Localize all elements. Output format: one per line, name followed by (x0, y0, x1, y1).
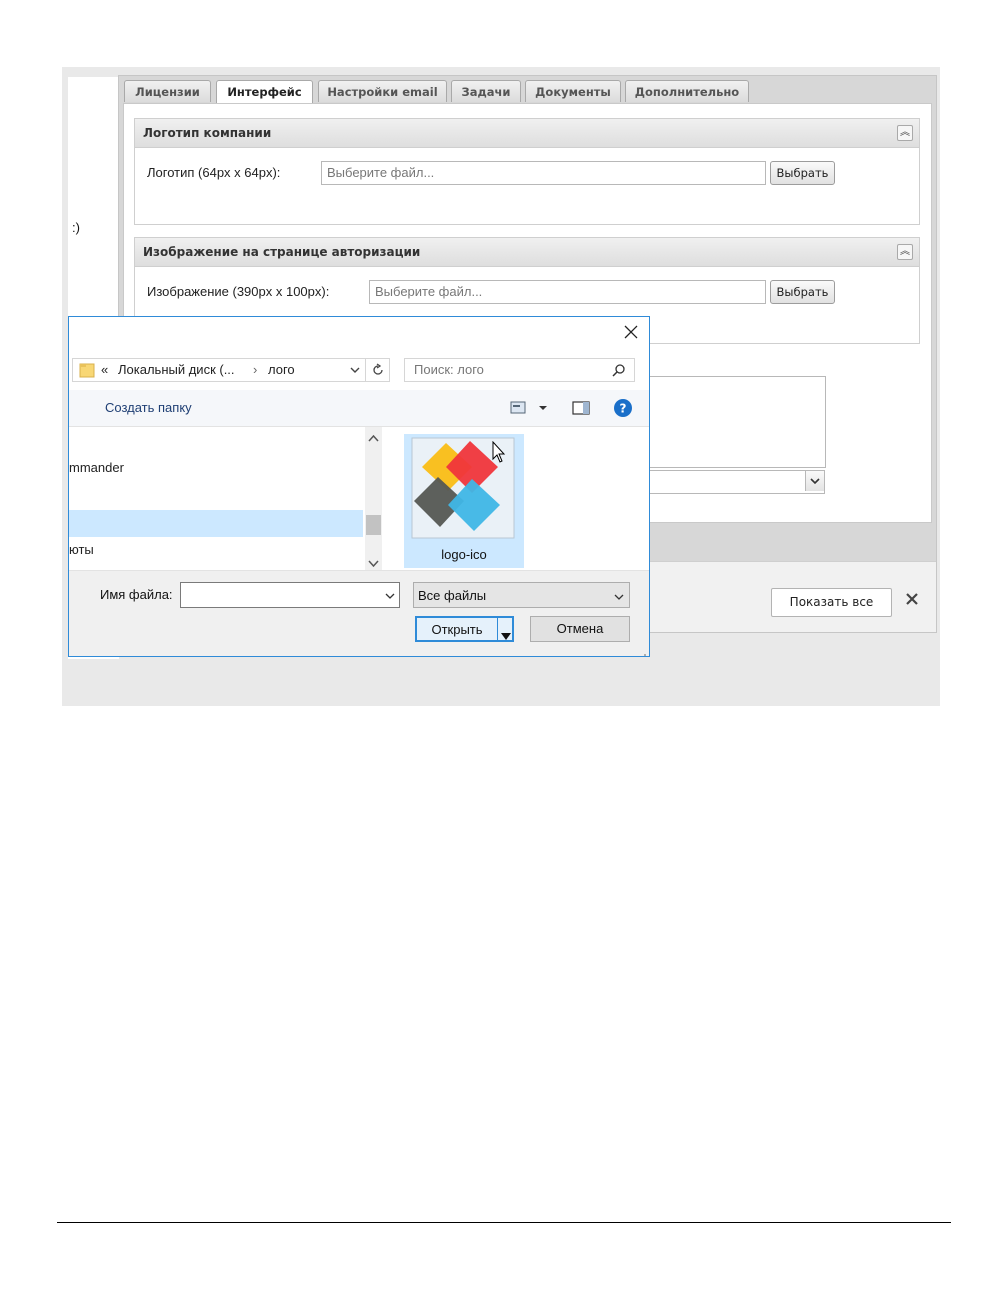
close-icon[interactable] (624, 325, 638, 344)
tab-additional[interactable]: Дополнительно (625, 80, 749, 102)
tab-documents[interactable]: Документы (525, 80, 621, 102)
divider (497, 618, 498, 640)
file-type-select[interactable]: Все файлы (413, 582, 630, 608)
filename-input[interactable] (180, 582, 400, 608)
resize-grip-icon[interactable] (637, 647, 647, 656)
nav-item-selected[interactable] (69, 510, 363, 537)
close-icon[interactable] (905, 592, 919, 611)
new-folder-button[interactable]: Создать папку (105, 400, 192, 415)
tab-licenses[interactable]: Лицензии (124, 80, 211, 102)
tab-email-settings[interactable]: Настройки email (318, 80, 447, 102)
tab-interface[interactable]: Интерфейс (216, 80, 313, 104)
scrollbar-thumb[interactable] (366, 515, 381, 535)
collapse-icon[interactable]: ︽ (897, 244, 913, 260)
nav-item[interactable]: юты (69, 542, 94, 557)
navigation-pane: mmander юты (69, 427, 365, 570)
address-prefix: « (101, 362, 109, 377)
divider (365, 359, 366, 381)
logo-section-header: Логотип компании ︽ (135, 119, 919, 148)
tab-tasks[interactable]: Задачи (451, 80, 521, 102)
open-button-label: Открыть (431, 622, 483, 637)
dropdown-arrow-icon[interactable] (501, 625, 511, 649)
search-icon[interactable] (612, 363, 626, 380)
chevron-up-icon[interactable] (368, 430, 379, 448)
file-type-value: Все файлы (418, 588, 487, 603)
file-item[interactable]: logo-ico (404, 434, 524, 568)
file-name: logo-ico (441, 547, 487, 562)
chevron-down-icon (613, 590, 625, 608)
search-placeholder: Поиск: лого (414, 362, 484, 377)
section-title: Логотип компании (143, 126, 272, 140)
file-list: logo-ico (382, 427, 649, 570)
dialog-toolbar: Создать папку ? (69, 390, 649, 427)
show-all-button[interactable]: Показать все (771, 588, 892, 617)
refresh-icon[interactable] (371, 363, 385, 380)
section-title: Изображение на странице авторизации (143, 245, 421, 259)
breadcrumb-segment[interactable]: лого (268, 362, 295, 377)
auth-field-label: Изображение (390px x 100px): (147, 284, 330, 299)
page-footer-rule (57, 1222, 951, 1223)
breadcrumb-segment[interactable]: Локальный диск (... (118, 362, 235, 377)
chevron-down-icon[interactable] (349, 363, 361, 380)
svg-text:?: ? (620, 402, 627, 416)
filename-label: Имя файла: (100, 587, 173, 602)
collapse-icon[interactable]: ︽ (897, 125, 913, 141)
open-button[interactable]: Открыть (415, 616, 514, 642)
chevron-down-icon (805, 471, 824, 491)
file-open-dialog: « Локальный диск (... › лого Поиск: лого… (68, 316, 650, 657)
logo-file-input[interactable]: Выберите файл... (321, 161, 766, 185)
cancel-button[interactable]: Отмена (530, 616, 630, 642)
left-panel-text: :) (72, 220, 80, 235)
cursor-icon (492, 440, 506, 470)
view-options-icon[interactable] (510, 401, 550, 420)
help-icon[interactable]: ? (613, 398, 633, 423)
dialog-bottom: Имя файла: Все файлы Открыть Отмена (69, 570, 649, 656)
folder-icon (79, 362, 95, 381)
logo-section: Логотип компании ︽ Логотип (64px x 64px)… (134, 118, 920, 225)
breadcrumb-separator: › (253, 362, 258, 377)
auth-section-header: Изображение на странице авторизации ︽ (135, 238, 919, 267)
hidden-select[interactable] (644, 470, 825, 494)
preview-pane-icon[interactable] (572, 401, 590, 420)
auth-choose-button[interactable]: Выбрать (770, 280, 835, 304)
scrollbar[interactable] (365, 427, 382, 570)
auth-file-input[interactable]: Выберите файл... (369, 280, 766, 304)
nav-item[interactable]: mmander (69, 460, 124, 475)
logo-choose-button[interactable]: Выбрать (770, 161, 835, 185)
screenshot-frame: :) Лицензии Интерфейс Настройки email За… (62, 67, 940, 706)
logo-field-label: Логотип (64px x 64px): (147, 165, 281, 180)
chevron-down-icon[interactable] (384, 589, 396, 607)
hidden-textarea[interactable] (644, 376, 826, 468)
address-bar[interactable]: « Локальный диск (... › лого (72, 358, 390, 382)
search-input[interactable]: Поиск: лого (404, 358, 635, 382)
